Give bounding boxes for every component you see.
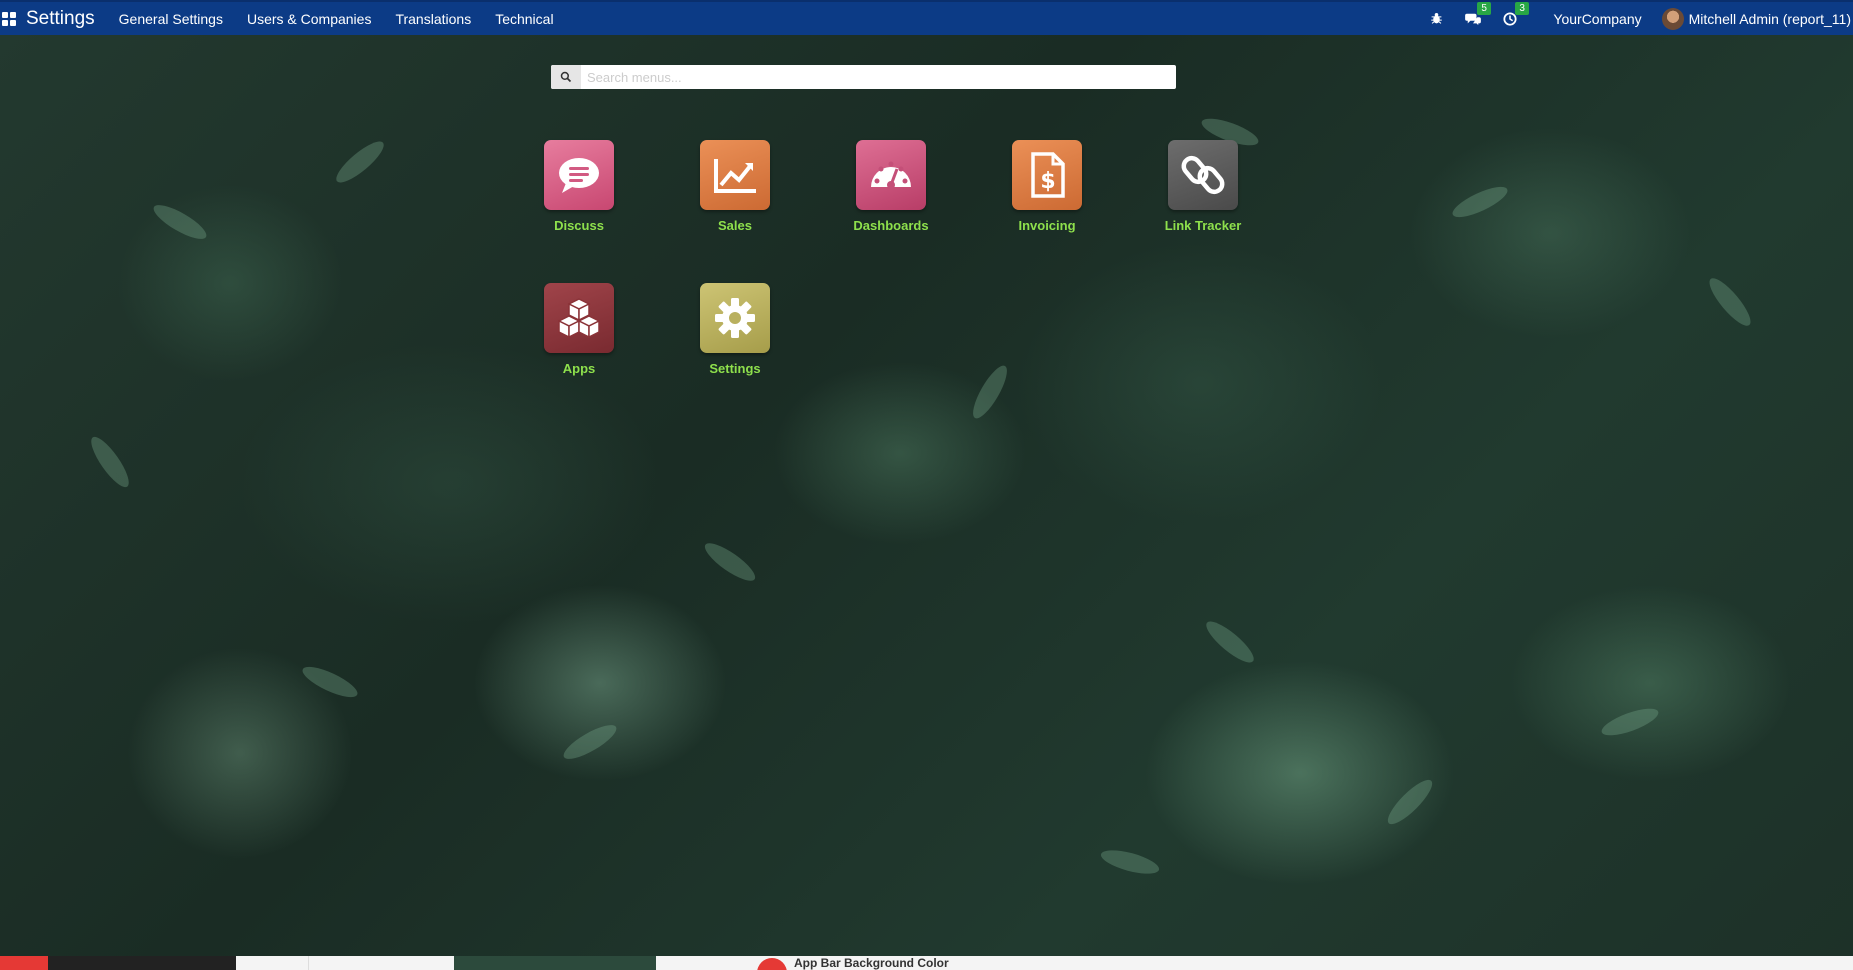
color-swatch-dark[interactable]	[48, 956, 236, 970]
color-picker-dot[interactable]	[757, 958, 787, 970]
user-name: Mitchell Admin (report_11)	[1688, 10, 1851, 27]
top-navbar: Settings General Settings Users & Compan…	[0, 0, 1853, 35]
wallpaper-thumbnail[interactable]	[454, 956, 656, 970]
app-settings[interactable]: Settings	[680, 283, 790, 376]
messages-count-badge: 5	[1477, 1, 1491, 15]
app-discuss[interactable]: Discuss	[524, 140, 634, 233]
color-swatch-red[interactable]	[0, 956, 48, 970]
link-icon	[1168, 140, 1238, 210]
menu-general-settings[interactable]: General Settings	[119, 11, 223, 27]
app-label: Dashboards	[853, 218, 929, 233]
menu-users-companies[interactable]: Users & Companies	[247, 11, 372, 27]
search-input[interactable]	[585, 65, 1169, 89]
app-apps[interactable]: Apps	[524, 283, 634, 376]
app-link-tracker[interactable]: Link Tracker	[1148, 140, 1258, 233]
chart-line-icon	[700, 140, 770, 210]
chat-icon	[544, 140, 614, 210]
gear-icon	[700, 283, 770, 353]
app-label: Invoicing	[1018, 218, 1076, 233]
app-label: Discuss	[554, 218, 604, 233]
gauge-icon	[856, 140, 926, 210]
app-title[interactable]: Settings	[26, 8, 95, 30]
cubes-icon	[544, 283, 614, 353]
search-icon[interactable]	[551, 65, 581, 89]
company-switcher[interactable]: YourCompany	[1553, 11, 1641, 27]
app-menu-grid-icon[interactable]	[2, 11, 16, 26]
user-menu[interactable]: Mitchell Admin (report_11)	[1661, 7, 1851, 30]
divider	[308, 956, 309, 970]
search-menus-bar	[551, 65, 1176, 89]
messages-chat-icon[interactable]: 5	[1465, 1, 1491, 26]
app-bar-background-color-label: App Bar Background Color	[794, 956, 949, 970]
app-label: Settings	[709, 361, 761, 376]
invoice-dollar-icon: $	[1012, 140, 1082, 210]
activities-count-badge: 3	[1515, 1, 1529, 15]
app-label: Apps	[562, 361, 596, 376]
app-invoicing[interactable]: $ Invoicing	[992, 140, 1102, 233]
app-sales[interactable]: Sales	[680, 140, 790, 233]
app-label: Sales	[718, 218, 752, 233]
debug-bug-icon[interactable]	[1430, 12, 1443, 25]
menu-technical[interactable]: Technical	[495, 11, 553, 27]
bottom-panel-strip: App Bar Background Color	[0, 956, 1853, 970]
menu-translations[interactable]: Translations	[395, 11, 471, 27]
avatar	[1661, 7, 1684, 30]
svg-text:$: $	[1040, 169, 1055, 194]
app-label: Link Tracker	[1164, 218, 1242, 233]
app-dashboards[interactable]: Dashboards	[836, 140, 946, 233]
activities-clock-icon[interactable]: 3	[1503, 1, 1529, 26]
